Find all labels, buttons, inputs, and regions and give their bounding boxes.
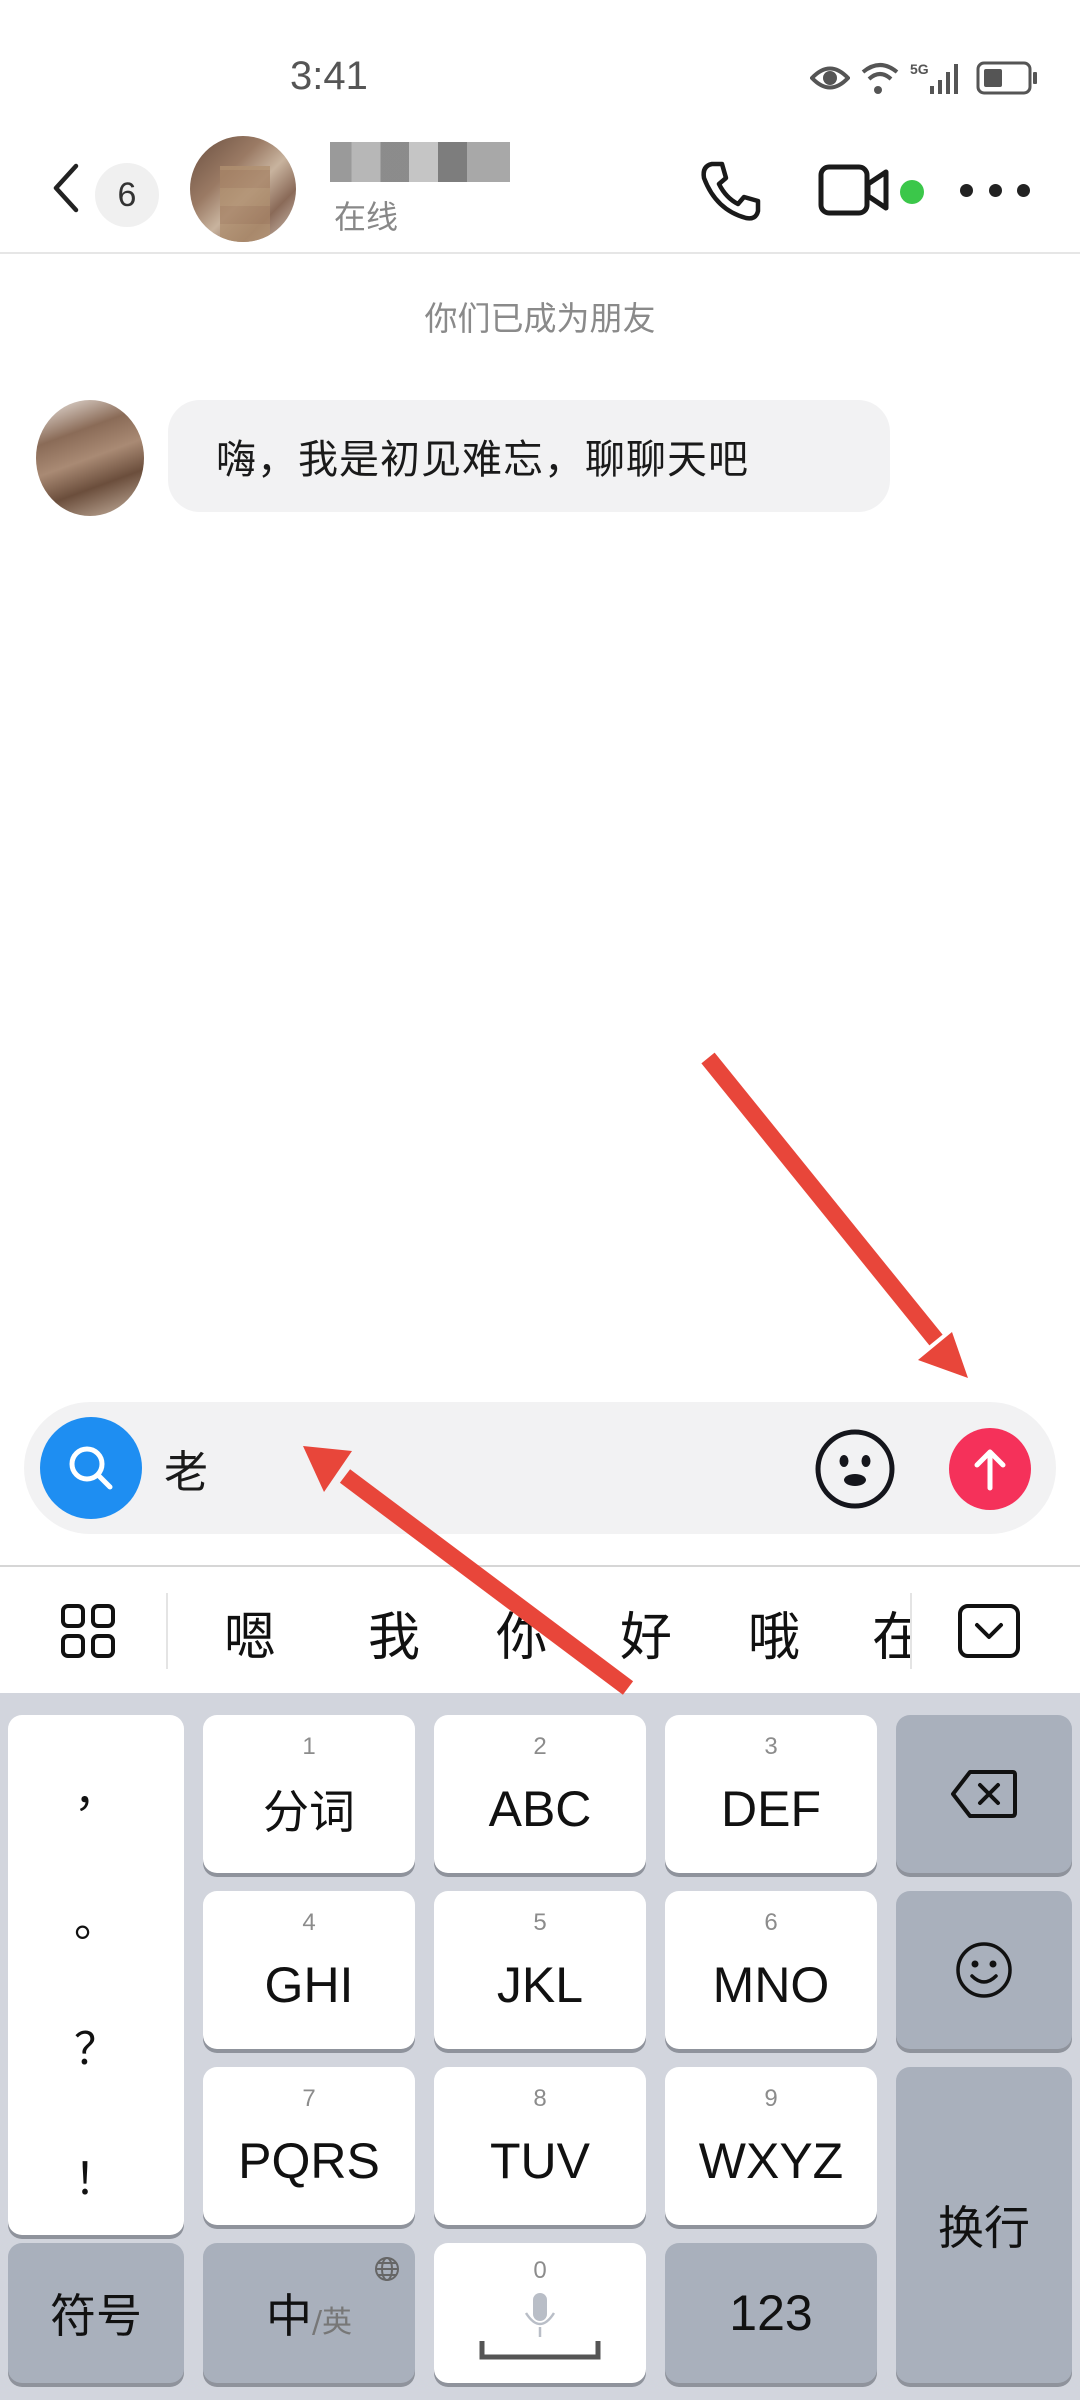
globe-icon	[375, 2257, 399, 2281]
contact-avatar[interactable]	[190, 136, 296, 242]
candidate-item[interactable]: 嗯	[224, 1595, 276, 1670]
key-label: 符号	[50, 2289, 142, 2343]
candidate-bar: 嗯 我 你 好 哦 在	[0, 1565, 1080, 1693]
symbols-key[interactable]: 符号	[8, 2243, 184, 2383]
language-switch-key[interactable]: 中 /英	[203, 2243, 415, 2383]
message-input[interactable]: 老	[164, 1436, 208, 1500]
key-number: 8	[533, 2085, 547, 2112]
candidate-item[interactable]: 我	[368, 1595, 420, 1670]
candidate-divider	[166, 1593, 168, 1669]
send-button[interactable]	[949, 1428, 1031, 1510]
key-7[interactable]: 7 PQRS	[203, 2067, 415, 2225]
key-label: 123	[729, 2285, 813, 2341]
message-input-bar: 老	[24, 1402, 1056, 1534]
key-2[interactable]: 2 ABC	[434, 1715, 646, 1873]
space-bar-icon	[479, 2341, 601, 2360]
emoji-key[interactable]	[896, 1891, 1072, 2049]
backspace-key[interactable]	[896, 1715, 1072, 1873]
key-number: 6	[764, 1909, 778, 1936]
punctuation-column[interactable]: ， 。 ？ ！	[8, 1715, 184, 2235]
more-icon-dot	[1017, 183, 1030, 197]
status-time: 3:41	[290, 54, 368, 98]
key-number: 4	[302, 1909, 316, 1936]
candidate-item[interactable]: 好	[620, 1595, 672, 1670]
more-icon	[960, 183, 973, 197]
punct-comma[interactable]: ，	[8, 1755, 184, 1819]
microphone-icon	[524, 2293, 556, 2337]
t9-keyboard: ， 。 ？ ！ 1 分词 2 ABC 3 DEF 4 GHI 5 JKL 6 M…	[0, 1693, 1080, 2400]
key-label: PQRS	[238, 2133, 380, 2189]
backspace-icon	[951, 1770, 1017, 1818]
key-number: 5	[533, 1909, 547, 1936]
numbers-key[interactable]: 123	[665, 2243, 877, 2383]
grid-menu-icon	[61, 1604, 115, 1658]
smiley-icon	[956, 1942, 1012, 1998]
message-sender-avatar[interactable]	[36, 400, 144, 516]
key-label: ABC	[488, 1781, 592, 1837]
online-indicator	[900, 180, 924, 204]
punct-period[interactable]: 。	[8, 1885, 184, 1949]
emoji-icon	[815, 1429, 895, 1509]
eye-comfort-icon	[810, 66, 850, 90]
key-number: 2	[533, 1733, 547, 1760]
key-label: 换行	[938, 2201, 1030, 2255]
wifi-icon	[861, 63, 899, 94]
search-button[interactable]	[40, 1417, 142, 1519]
key-label: GHI	[264, 1957, 354, 2013]
candidate-item[interactable]: 在	[872, 1595, 910, 1670]
key-1[interactable]: 1 分词	[203, 1715, 415, 1873]
key-label: WXYZ	[698, 2133, 844, 2189]
more-button[interactable]	[960, 175, 1030, 205]
search-icon	[69, 1446, 113, 1490]
key-number: 7	[302, 2085, 316, 2112]
key-number: 9	[764, 2085, 778, 2112]
lang-main-label: 中	[265, 2289, 312, 2343]
phone-icon	[701, 161, 761, 221]
key-number: 0	[533, 2257, 547, 2284]
key-5[interactable]: 5 JKL	[434, 1891, 646, 2049]
key-label: JKL	[496, 1957, 584, 2013]
key-9[interactable]: 9 WXYZ	[665, 2067, 877, 2225]
key-label: TUV	[490, 2133, 590, 2189]
space-key[interactable]: 0	[434, 2243, 646, 2383]
svg-text:5G: 5G	[910, 61, 929, 77]
more-icon-dot	[988, 183, 1002, 197]
key-number: 1	[302, 1733, 316, 1760]
status-icons: 5G	[810, 56, 1040, 100]
message-bubble[interactable]: 嗨，我是初见难忘，聊聊天吧	[168, 400, 890, 512]
candidate-item[interactable]: 你	[496, 1595, 548, 1670]
arrow-to-send-button	[701, 1052, 968, 1378]
candidate-item[interactable]: 哦	[748, 1595, 800, 1670]
key-label: DEF	[721, 1781, 821, 1837]
5g-signal-icon: 5G	[910, 61, 958, 94]
battery-icon	[976, 61, 1037, 95]
newline-key[interactable]: 换行	[896, 2067, 1072, 2383]
key-number: 3	[764, 1733, 778, 1760]
contact-status: 在线	[334, 198, 399, 236]
punct-question[interactable]: ？	[8, 2013, 184, 2077]
collapse-keyboard-icon	[958, 1604, 1020, 1658]
send-arrow-up-icon	[974, 1449, 1006, 1491]
key-3[interactable]: 3 DEF	[665, 1715, 877, 1873]
candidate-divider	[910, 1593, 912, 1669]
video-call-icon	[818, 164, 889, 216]
key-label: MNO	[712, 1957, 830, 2013]
key-6[interactable]: 6 MNO	[665, 1891, 877, 2049]
emoji-button[interactable]	[814, 1428, 896, 1510]
lang-alt-label: /英	[311, 2305, 353, 2340]
key-8[interactable]: 8 TUV	[434, 2067, 646, 2225]
collapse-keyboard-button[interactable]	[957, 1603, 1021, 1659]
system-note: 你们已成为朋友	[424, 299, 656, 338]
punct-exclaim[interactable]: ！	[8, 2143, 184, 2207]
key-4[interactable]: 4 GHI	[203, 1891, 415, 2049]
chat-header: 6 在线	[0, 120, 1080, 254]
chevron-left-icon	[53, 163, 79, 213]
contact-name-redacted[interactable]	[330, 142, 510, 182]
ime-menu-button[interactable]	[60, 1603, 116, 1659]
video-call-button[interactable]	[818, 164, 890, 216]
key-label: 分词	[263, 1785, 355, 1839]
back-button[interactable]	[50, 162, 90, 214]
unread-count-badge[interactable]: 6	[95, 163, 159, 227]
voice-call-button[interactable]	[698, 158, 764, 224]
